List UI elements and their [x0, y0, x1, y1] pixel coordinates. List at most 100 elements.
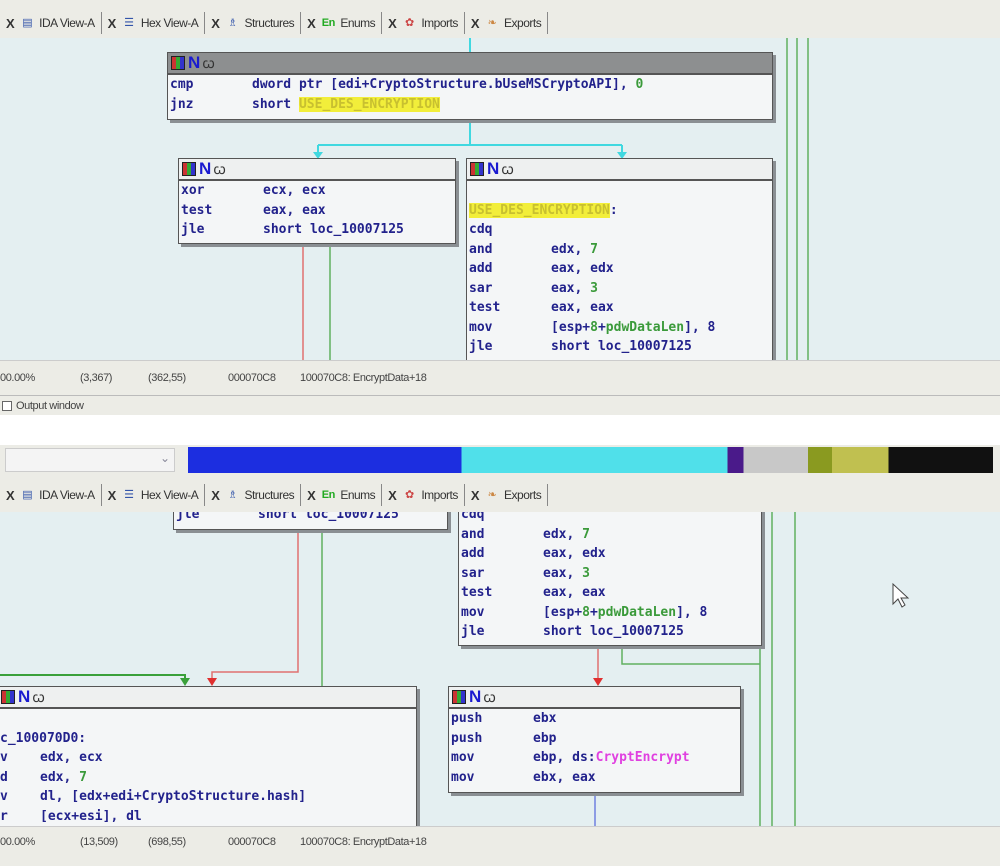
tab-structures[interactable]: X ♗ Structures — [205, 484, 302, 506]
tab-enums[interactable]: X En Enums — [301, 484, 383, 506]
code-block-loop-block[interactable]: Nꞷ c_100070D0: v edx, ecx d edx, 7 v dl, [edx+e… — [0, 686, 417, 826]
block-name-icon[interactable]: N — [487, 159, 499, 179]
tab-label: Enums — [340, 488, 376, 502]
tab-ida-view-a[interactable]: X ▤ IDA View-A — [0, 12, 102, 34]
instruction-line[interactable]: push ebx — [449, 709, 740, 729]
instruction-line[interactable]: USE_DES_ENCRYPTION: — [467, 201, 772, 221]
code-block-des-block[interactable]: cdq and edx, 7 add eax, edx sar eax, 3 test eax,… — [458, 512, 762, 646]
tab-enums[interactable]: X En Enums — [301, 12, 383, 34]
block-name-icon[interactable]: N — [469, 687, 481, 707]
block-name-icon[interactable]: N — [199, 159, 211, 179]
instruction-line[interactable]: jle short loc_10007125 — [179, 220, 455, 240]
code-block-cmp-block[interactable]: Nꞷ cmp dword ptr [edi+CryptoStructure.bUse… — [167, 52, 773, 120]
close-tab-icon[interactable]: X — [211, 16, 220, 31]
output-window-icon — [2, 400, 12, 411]
code-block-jle-block[interactable]: jle short loc_10007125 — [173, 512, 448, 530]
instruction-line[interactable]: and edx, 7 — [467, 240, 772, 260]
instruction-line[interactable]: cmp dword ptr [edi+CryptoStructure.bUseMS… — [168, 75, 772, 95]
instruction-line[interactable]: d edx, 7 — [0, 768, 416, 788]
block-group-icon[interactable]: ꞷ — [202, 54, 215, 73]
close-tab-icon[interactable]: X — [6, 488, 15, 503]
instruction-line[interactable]: mov ebp, ds:CryptEncrypt — [449, 748, 740, 768]
highlighted-label: USE_DES_ENCRYPTION — [298, 96, 440, 112]
close-tab-icon[interactable]: X — [471, 16, 480, 31]
block-color-icon[interactable] — [1, 690, 15, 704]
instruction-line[interactable] — [467, 181, 772, 201]
instruction-line[interactable]: test eax, eax — [179, 201, 455, 221]
mnemonic: sar — [469, 280, 493, 296]
instruction-line[interactable]: mov [esp+8+pdwDataLen], 8 — [459, 603, 761, 623]
instruction-line[interactable]: v edx, ecx — [0, 748, 416, 768]
close-tab-icon[interactable]: X — [108, 488, 117, 503]
close-tab-icon[interactable]: X — [388, 16, 397, 31]
ida-view-icon: ▤ — [22, 17, 33, 29]
chevron-down-icon: ⌄ — [159, 451, 170, 465]
instruction-line[interactable]: jle short loc_10007125 — [174, 512, 447, 525]
block-name-icon[interactable]: N — [188, 53, 200, 73]
instruction-line[interactable]: cdq — [467, 220, 772, 240]
block-group-icon[interactable]: ꞷ — [501, 160, 514, 179]
instruction-line[interactable] — [0, 709, 416, 729]
close-tab-icon[interactable]: X — [211, 488, 220, 503]
tab-imports[interactable]: X ✿ Imports — [382, 12, 465, 34]
instruction-line[interactable]: add eax, edx — [459, 544, 761, 564]
instruction-line[interactable]: cdq — [459, 512, 761, 525]
instruction-line[interactable]: sar eax, 3 — [459, 564, 761, 584]
tab-structures[interactable]: X ♗ Structures — [205, 12, 302, 34]
mnemonic: and — [461, 526, 485, 542]
instruction-line[interactable]: mov ebx, eax — [449, 768, 740, 788]
edge-true-right — [621, 646, 760, 665]
segment-dropdown[interactable]: ⌄ — [5, 448, 175, 472]
block-color-icon[interactable] — [470, 162, 484, 176]
graph-view[interactable]: Nꞷ cmp dword ptr [edi+CryptoStructure.bUse… — [0, 38, 1000, 360]
instruction-line[interactable]: add eax, edx — [467, 259, 772, 279]
mnemonic: test — [181, 202, 213, 218]
instruction-line[interactable]: test eax, eax — [459, 583, 761, 603]
mnemonic: cdq — [469, 222, 493, 237]
navigation-band[interactable] — [188, 447, 993, 473]
instruction-line[interactable]: c_100070D0: — [0, 729, 416, 749]
tab-exports[interactable]: X ❧ Exports — [465, 12, 549, 34]
tab-ida-view-a[interactable]: X ▤ IDA View-A — [0, 484, 102, 506]
mnemonic: mov — [451, 769, 475, 785]
code-block-des-block[interactable]: Nꞷ USE_DES_ENCRYPTION: cdq and edx, 7 add eax,… — [466, 158, 773, 360]
instruction-line[interactable]: push ebp — [449, 729, 740, 749]
block-group-icon[interactable]: ꞷ — [483, 688, 496, 707]
close-tab-icon[interactable]: X — [307, 16, 316, 31]
instruction-line[interactable]: v dl, [edx+edi+CryptoStructure.hash] — [0, 787, 416, 807]
instruction-line[interactable]: xor ecx, ecx — [179, 181, 455, 201]
number-literal: 7 — [79, 769, 87, 785]
operand: short loc_10007125 — [551, 339, 692, 354]
tab-label: Structures — [244, 16, 295, 30]
block-group-icon[interactable]: ꞷ — [32, 688, 45, 707]
instruction-line[interactable]: test eax, eax — [467, 298, 772, 318]
instruction-line[interactable]: and edx, 7 — [459, 525, 761, 545]
instruction-line[interactable]: r [ecx+esi], dl — [0, 807, 416, 827]
instruction-line[interactable]: sar eax, 3 — [467, 279, 772, 299]
output-window-bar[interactable]: Output window — [0, 395, 1000, 415]
close-tab-icon[interactable]: X — [6, 16, 15, 31]
block-name-icon[interactable]: N — [18, 687, 30, 707]
block-group-icon[interactable]: ꞷ — [213, 160, 226, 179]
tab-exports[interactable]: X ❧ Exports — [465, 484, 549, 506]
block-color-icon[interactable] — [452, 690, 466, 704]
close-tab-icon[interactable]: X — [108, 16, 117, 31]
instruction-line[interactable]: jle short loc_10007125 — [467, 337, 772, 357]
block-color-icon[interactable] — [171, 56, 185, 70]
close-tab-icon[interactable]: X — [471, 488, 480, 503]
structures-icon: ♗ — [227, 489, 238, 501]
instruction-line[interactable]: mov [esp+8+pdwDataLen], 8 — [467, 318, 772, 338]
instruction-line[interactable]: jle short loc_10007125 — [459, 622, 761, 642]
status-bar: 00.00% (13,509) (698,55) 000070C8 100070C8: … — [0, 826, 1000, 856]
code-block-crypt-block[interactable]: Nꞷ push ebx push ebp mov ebp, ds:CryptEncrypt m… — [448, 686, 741, 793]
close-tab-icon[interactable]: X — [388, 488, 397, 503]
close-tab-icon[interactable]: X — [307, 488, 316, 503]
tab-imports[interactable]: X ✿ Imports — [382, 484, 465, 506]
number-literal: 0 — [635, 77, 644, 92]
instruction-line[interactable]: jnz short USE_DES_ENCRYPTION — [168, 95, 772, 115]
tab-hex-view-a[interactable]: X ☰ Hex View-A — [102, 484, 206, 506]
graph-view[interactable]: jle short loc_10007125 cdq and edx, 7 add eax,… — [0, 512, 1000, 826]
code-block-xor-block[interactable]: Nꞷ xor ecx, ecx test eax, eax jle short loc_10… — [178, 158, 456, 244]
tab-hex-view-a[interactable]: X ☰ Hex View-A — [102, 12, 206, 34]
block-color-icon[interactable] — [182, 162, 196, 176]
